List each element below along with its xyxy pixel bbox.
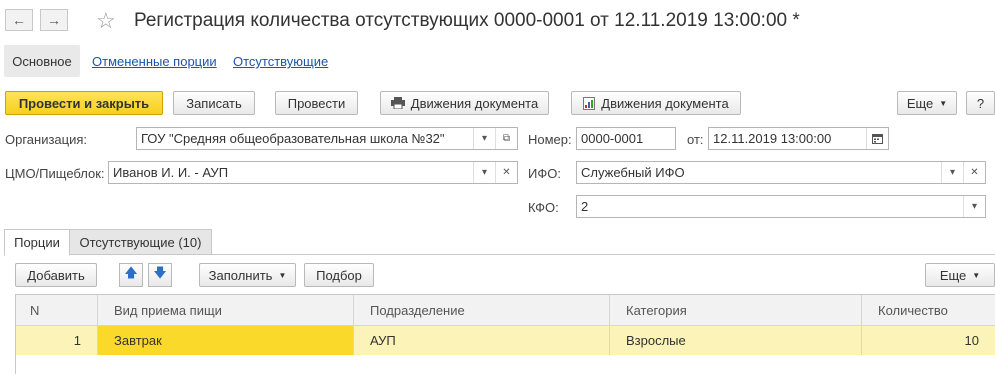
favorite-star-icon[interactable]: ☆ bbox=[96, 8, 116, 34]
kfo-label: КФО: bbox=[528, 200, 559, 215]
document-movements-button[interactable]: Движения документа bbox=[380, 91, 549, 115]
post-and-close-button[interactable]: Провести и закрыть bbox=[5, 91, 163, 115]
forward-arrow-icon: → bbox=[47, 12, 61, 28]
forward-button[interactable]: → bbox=[40, 9, 68, 31]
dropdown-arrow-icon[interactable]: ▾ bbox=[941, 162, 963, 183]
help-button[interactable]: ? bbox=[966, 91, 995, 115]
column-header-n[interactable]: N bbox=[16, 295, 98, 326]
ifo-label: ИФО: bbox=[528, 166, 561, 181]
printer-icon bbox=[390, 97, 405, 109]
number-field[interactable]: 0000-0001 bbox=[576, 127, 676, 150]
date-label: от: bbox=[687, 132, 704, 147]
chevron-down-icon: ▼ bbox=[972, 270, 981, 280]
more-menu-button[interactable]: Еще ▼ bbox=[897, 91, 957, 115]
portions-table: N Вид приема пищи Подразделение Категори… bbox=[15, 294, 995, 374]
subnav-link-cancelled-portions[interactable]: Отмененные порции bbox=[92, 54, 217, 69]
report-icon bbox=[583, 96, 596, 110]
add-row-button[interactable]: Добавить bbox=[15, 263, 97, 287]
calendar-icon[interactable] bbox=[866, 128, 888, 149]
organization-value: ГОУ "Средняя общеобразовательная школа №… bbox=[141, 131, 445, 146]
dropdown-arrow-icon[interactable]: ▾ bbox=[473, 162, 495, 183]
kfo-field[interactable]: 2 ▾ bbox=[576, 195, 986, 218]
dropdown-arrow-icon[interactable]: ▾ bbox=[473, 128, 495, 149]
back-arrow-icon: ← bbox=[12, 12, 26, 28]
chevron-down-icon: ▼ bbox=[939, 98, 948, 108]
document-movements-report-label: Движения документа bbox=[601, 95, 729, 111]
chevron-down-icon: ▼ bbox=[278, 270, 287, 280]
ifo-value: Служебный ИФО bbox=[581, 165, 685, 180]
subnav-link-absent[interactable]: Отсутствующие bbox=[233, 54, 328, 69]
arrow-up-icon: 🡅 bbox=[124, 265, 138, 280]
cell-n[interactable]: 1 bbox=[16, 326, 98, 355]
cmo-value: Иванов И. И. - АУП bbox=[113, 165, 229, 180]
fill-label: Заполнить bbox=[208, 267, 273, 283]
select-button[interactable]: Подбор bbox=[304, 263, 374, 287]
table-more-button[interactable]: Еще ▼ bbox=[925, 263, 995, 287]
move-up-button[interactable]: 🡅 bbox=[119, 263, 143, 287]
organization-field[interactable]: ГОУ "Средняя общеобразовательная школа №… bbox=[136, 127, 518, 150]
cmo-label: ЦМО/Пищеблок: bbox=[5, 166, 105, 181]
save-button[interactable]: Записать bbox=[173, 91, 255, 115]
cell-department[interactable]: АУП bbox=[354, 326, 610, 355]
column-header-category[interactable]: Категория bbox=[610, 295, 862, 326]
clear-icon[interactable]: ✕ bbox=[963, 162, 985, 183]
cell-meal[interactable]: Завтрак bbox=[98, 326, 354, 355]
table-more-label: Еще bbox=[939, 267, 967, 283]
more-menu-label: Еще bbox=[906, 95, 934, 111]
tab-portions[interactable]: Порции bbox=[4, 229, 70, 256]
number-value: 0000-0001 bbox=[581, 131, 644, 146]
organization-label: Организация: bbox=[5, 132, 88, 147]
cell-category[interactable]: Взрослые bbox=[610, 326, 862, 355]
move-down-button[interactable]: 🡇 bbox=[148, 263, 172, 287]
tab-absent[interactable]: Отсутствующие (10) bbox=[70, 229, 212, 255]
arrow-down-icon: 🡇 bbox=[153, 265, 167, 280]
kfo-value: 2 bbox=[581, 199, 589, 214]
back-button[interactable]: ← bbox=[5, 9, 33, 31]
column-header-department[interactable]: Подразделение bbox=[354, 295, 610, 326]
cell-quantity[interactable]: 10 bbox=[862, 326, 995, 355]
ifo-field[interactable]: Служебный ИФО ▾ ✕ bbox=[576, 161, 986, 184]
date-value: 12.11.2019 13:00:00 bbox=[713, 131, 832, 146]
post-button[interactable]: Провести bbox=[275, 91, 358, 115]
page-title: Регистрация количества отсутствующих 000… bbox=[134, 10, 800, 31]
subnav-main[interactable]: Основное bbox=[4, 45, 80, 77]
column-header-meal[interactable]: Вид приема пищи bbox=[98, 295, 354, 326]
dropdown-arrow-icon[interactable]: ▾ bbox=[963, 196, 985, 217]
document-movements-report-button[interactable]: Движения документа bbox=[571, 91, 741, 115]
number-label: Номер: bbox=[528, 132, 572, 147]
column-header-quantity[interactable]: Количество bbox=[862, 295, 995, 326]
open-icon[interactable]: ⧉ bbox=[495, 128, 517, 149]
clear-icon[interactable]: ✕ bbox=[495, 162, 517, 183]
fill-button[interactable]: Заполнить ▼ bbox=[199, 263, 296, 287]
date-field[interactable]: 12.11.2019 13:00:00 bbox=[708, 127, 889, 150]
document-movements-label: Движения документа bbox=[410, 95, 539, 111]
cmo-field[interactable]: Иванов И. И. - АУП ▾ ✕ bbox=[108, 161, 518, 184]
